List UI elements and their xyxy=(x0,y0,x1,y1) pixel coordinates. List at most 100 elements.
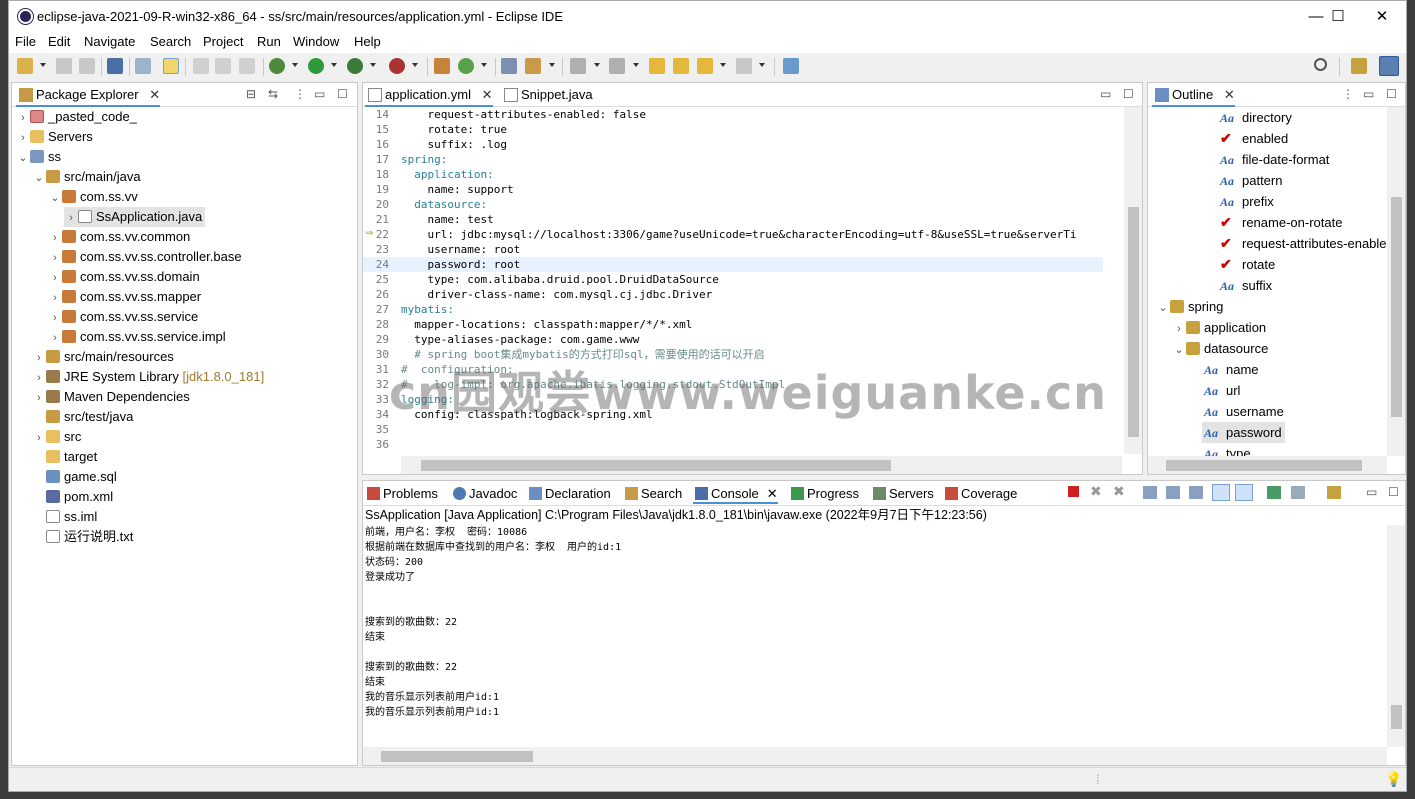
prev-edit-dropdown-icon[interactable] xyxy=(633,63,639,67)
display-console-icon[interactable] xyxy=(1291,486,1305,499)
open-console-icon[interactable] xyxy=(1327,486,1341,499)
search-dropdown-icon[interactable] xyxy=(549,63,555,67)
back-icon[interactable] xyxy=(697,58,713,74)
chevron-right-icon[interactable]: › xyxy=(1172,319,1186,340)
outline-item[interactable]: Aa url xyxy=(1204,380,1240,401)
tree-item-ssapplication[interactable]: › SsApplication.java xyxy=(64,207,206,228)
coverage-dropdown-icon[interactable] xyxy=(370,63,376,67)
tree-item-src-main-resources[interactable]: › src/main/resources xyxy=(32,347,174,367)
outline-item-selected[interactable]: Aa password xyxy=(1202,422,1285,443)
console-vscrollbar[interactable] xyxy=(1387,525,1405,747)
forward-icon[interactable] xyxy=(736,58,752,74)
tree-item-ss-iml[interactable]: ss.iml xyxy=(32,507,97,527)
outline-vscrollbar[interactable] xyxy=(1387,107,1405,456)
scrollbar-thumb[interactable] xyxy=(1391,197,1402,417)
java-perspective-icon[interactable] xyxy=(1379,56,1399,76)
tab-servers[interactable]: Servers xyxy=(871,484,934,504)
tree-item-service-impl[interactable]: › com.ss.vv.ss.service.impl xyxy=(48,327,226,347)
minimize-view-icon[interactable]: ▭ xyxy=(1100,87,1111,101)
prev-annotation-icon[interactable] xyxy=(193,58,209,74)
close-icon[interactable]: ✕ xyxy=(1224,87,1235,102)
chevron-down-icon[interactable]: ⌄ xyxy=(32,168,46,188)
chevron-right-icon[interactable]: › xyxy=(48,248,62,268)
tree-item-pom-xml[interactable]: pom.xml xyxy=(32,487,113,507)
link-with-editor-icon[interactable]: ⇆ xyxy=(268,87,278,101)
outline-item[interactable]: Aa type xyxy=(1204,443,1251,456)
view-menu-icon[interactable]: ⋮ xyxy=(294,87,306,101)
tree-item-com-ss-vv[interactable]: ⌄ com.ss.vv xyxy=(48,187,137,208)
tree-item-domain[interactable]: › com.ss.vv.ss.domain xyxy=(48,267,200,287)
tree-item-pasted-code[interactable]: › _pasted_code_ xyxy=(16,107,137,127)
search-icon[interactable] xyxy=(1314,58,1327,71)
chevron-down-icon[interactable]: ⌄ xyxy=(48,188,62,208)
minimize-view-icon[interactable]: ▭ xyxy=(314,87,325,101)
remove-all-launches-icon[interactable]: ✖ xyxy=(1113,483,1125,500)
maximize-button[interactable]: ☐ xyxy=(1315,1,1361,32)
run-icon[interactable] xyxy=(308,58,324,74)
minimize-view-icon[interactable]: ▭ xyxy=(1366,485,1377,499)
tree-item-mapper[interactable]: › com.ss.vv.ss.mapper xyxy=(48,287,201,307)
tree-item-ss[interactable]: ⌄ ss xyxy=(16,147,61,167)
close-window-button[interactable]: ✕ xyxy=(1359,1,1405,32)
outline-item[interactable]: Aa suffix xyxy=(1220,275,1272,296)
outline-item[interactable]: ✔ rename-on-rotate xyxy=(1220,212,1342,233)
scrollbar-thumb[interactable] xyxy=(1128,207,1139,437)
tab-console[interactable]: Console ✕ xyxy=(693,484,778,504)
tab-application-yml[interactable]: application.yml ✕ xyxy=(365,83,493,107)
next-edit-icon[interactable] xyxy=(570,58,586,74)
outline-item[interactable]: ✔ rotate xyxy=(1220,254,1275,275)
chevron-right-icon[interactable]: › xyxy=(48,308,62,328)
tip-lightbulb-icon[interactable]: 💡 xyxy=(1385,771,1402,788)
clear-console-icon[interactable] xyxy=(1143,486,1157,499)
menu-help[interactable]: Help xyxy=(354,34,381,49)
menu-search[interactable]: Search xyxy=(150,34,191,49)
outline-item[interactable]: ✔ enabled xyxy=(1220,128,1288,149)
outline-item[interactable]: Aa username xyxy=(1204,401,1284,422)
outline-item[interactable]: › application xyxy=(1172,317,1266,338)
outline-item[interactable]: ⌄ spring xyxy=(1156,296,1223,317)
tree-item-src-test-java[interactable]: src/test/java xyxy=(32,407,133,427)
debug-icon[interactable] xyxy=(269,58,285,74)
menu-file[interactable]: File xyxy=(15,34,36,49)
outline-item[interactable]: Aa file-date-format xyxy=(1220,149,1329,170)
tree-item-src[interactable]: › src xyxy=(32,427,81,447)
tree-item-target[interactable]: target xyxy=(32,447,97,467)
outline-item[interactable]: Aa prefix xyxy=(1220,191,1274,212)
chevron-right-icon[interactable]: › xyxy=(48,268,62,288)
pin-editor-icon[interactable] xyxy=(783,58,799,74)
new-java-project-icon[interactable] xyxy=(434,58,450,74)
maximize-view-icon[interactable]: ☐ xyxy=(1388,485,1399,499)
editor-hscrollbar[interactable] xyxy=(401,456,1122,474)
chevron-right-icon[interactable]: › xyxy=(32,348,46,368)
scrollbar-thumb[interactable] xyxy=(1166,460,1362,471)
external-tools-icon[interactable] xyxy=(389,58,405,74)
chevron-right-icon[interactable]: › xyxy=(16,128,30,148)
menu-project[interactable]: Project xyxy=(203,34,243,49)
tab-search[interactable]: Search xyxy=(623,484,682,504)
outline-item[interactable]: Aa name xyxy=(1204,359,1259,380)
scroll-lock-icon[interactable] xyxy=(1166,486,1180,499)
search-tool-icon[interactable] xyxy=(525,58,541,74)
save-all-icon[interactable] xyxy=(79,58,95,74)
chevron-right-icon[interactable]: › xyxy=(64,208,78,228)
remove-launch-icon[interactable]: ✖ xyxy=(1090,483,1102,500)
maximize-view-icon[interactable]: ☐ xyxy=(337,87,348,101)
tab-package-explorer[interactable]: Package Explorer ✕ xyxy=(16,83,161,107)
outline-item[interactable]: ✔ request-attributes-enable xyxy=(1220,233,1387,254)
tab-snippet-java[interactable]: Snippet.java xyxy=(501,83,593,107)
maximize-view-icon[interactable]: ☐ xyxy=(1123,87,1134,101)
debug-dropdown-icon[interactable] xyxy=(292,63,298,67)
coverage-icon[interactable] xyxy=(347,58,363,74)
tree-item-com-ss-vv-common[interactable]: › com.ss.vv.common xyxy=(48,227,190,247)
tab-progress[interactable]: Progress xyxy=(789,484,859,504)
word-wrap-icon[interactable] xyxy=(1189,486,1203,499)
scrollbar-thumb[interactable] xyxy=(381,751,533,762)
new-class-icon[interactable] xyxy=(458,58,474,74)
tab-coverage[interactable]: Coverage xyxy=(943,484,1017,504)
chevron-right-icon[interactable]: › xyxy=(48,288,62,308)
show-on-stderr-icon[interactable] xyxy=(1235,484,1253,501)
external-tools-dropdown-icon[interactable] xyxy=(412,63,418,67)
tab-declaration[interactable]: Declaration xyxy=(527,484,611,504)
chevron-right-icon[interactable]: › xyxy=(32,388,46,408)
terminal-icon[interactable] xyxy=(107,58,123,74)
